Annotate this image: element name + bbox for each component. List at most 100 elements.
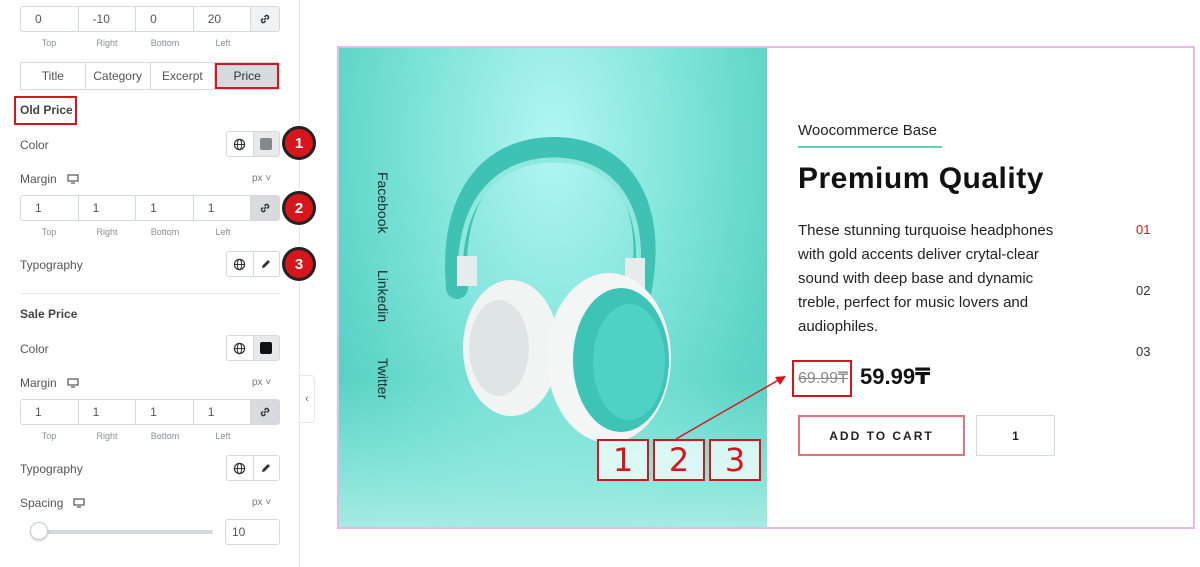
slide-pager-01[interactable]: 01 <box>1136 222 1150 237</box>
desktop-icon <box>73 498 85 508</box>
sale-price-color-swatch <box>260 342 273 354</box>
product-content: Woocommerce Base Premium Quality These s… <box>792 48 1178 527</box>
label-top: Top <box>41 431 57 441</box>
global-colors-button[interactable] <box>227 336 253 360</box>
product-slider-card: Facebook Linkedin Twitter Woocommerce Ba… <box>337 46 1195 529</box>
label-top: Top <box>41 38 57 48</box>
annotation-box-2: 2 <box>653 439 705 481</box>
label-left: Left <box>215 38 231 48</box>
sale-margin-right-input[interactable]: 1 <box>79 400 137 424</box>
tab-title[interactable]: Title <box>21 63 86 89</box>
label-top: Top <box>41 227 57 237</box>
old-price-margin-unit[interactable]: px ˅ <box>252 173 271 184</box>
link-icon <box>260 14 270 24</box>
tab-excerpt[interactable]: Excerpt <box>151 63 216 89</box>
spacing-unit[interactable]: px ˅ <box>252 497 271 508</box>
padding-dimensions: 0 -10 0 20 <box>20 6 280 32</box>
spacing-label: Spacing <box>20 496 85 510</box>
old-price-color-label: Color <box>20 138 49 152</box>
edit-typography-button[interactable] <box>252 456 279 480</box>
collapse-panel-button[interactable]: ‹ <box>300 375 315 423</box>
old-margin-top-input[interactable]: 1 <box>21 196 79 220</box>
padding-top-input[interactable]: 0 <box>21 7 79 31</box>
pencil-icon <box>262 464 271 472</box>
quantity-input[interactable]: 1 <box>976 415 1055 456</box>
color-picker-button[interactable] <box>252 132 279 156</box>
old-margin-left-input[interactable]: 1 <box>194 196 252 220</box>
label-right: Right <box>96 431 118 441</box>
social-link-facebook[interactable]: Facebook <box>375 172 391 233</box>
old-margin-labels: Top Right Bottom Left <box>20 227 252 237</box>
old-margin-bottom-input[interactable]: 1 <box>136 196 194 220</box>
callout-badge-2: 2 <box>282 191 316 225</box>
sale-price-typography-label: Typography <box>20 462 83 476</box>
label-bottom: Bottom <box>150 227 180 237</box>
social-link-twitter[interactable]: Twitter <box>375 358 391 399</box>
global-colors-button[interactable] <box>227 132 253 156</box>
sale-price-heading: Sale Price <box>20 307 78 321</box>
callout-badge-3: 3 <box>282 247 316 281</box>
link-icon <box>260 203 270 213</box>
old-price-margin-dimensions: 1 1 1 1 <box>20 195 280 221</box>
sale-margin-top-input[interactable]: 1 <box>21 400 79 424</box>
spacing-slider-track[interactable] <box>32 530 213 534</box>
padding-bottom-input[interactable]: 0 <box>136 7 194 31</box>
old-margin-right-input[interactable]: 1 <box>79 196 137 220</box>
label-right: Right <box>96 38 118 48</box>
desktop-icon <box>67 174 79 184</box>
sale-margin-link-button[interactable] <box>251 400 279 424</box>
padding-right-input[interactable]: -10 <box>79 7 137 31</box>
old-price: 69.99₸ <box>798 370 849 387</box>
old-price-color-control <box>226 131 280 157</box>
label-left: Left <box>215 227 231 237</box>
sale-price-margin-dimensions: 1 1 1 1 <box>20 399 280 425</box>
sale-price-typography-control <box>226 455 280 481</box>
old-price-margin-label: Margin <box>20 172 79 186</box>
padding-labels: Top Right Bottom Left <box>20 38 252 48</box>
annotation-box-1: 1 <box>597 439 649 481</box>
spacing-input[interactable]: 10 <box>225 519 280 545</box>
edit-typography-button[interactable] <box>252 252 279 276</box>
globe-icon <box>234 462 246 474</box>
spacing-slider-handle[interactable] <box>30 522 48 540</box>
desktop-icon <box>67 378 79 388</box>
old-price-typography-control <box>226 251 280 277</box>
padding-left-input[interactable]: 20 <box>194 7 252 31</box>
chevron-left-icon: ‹ <box>305 393 309 405</box>
globe-icon <box>234 258 246 270</box>
global-fonts-button[interactable] <box>227 456 253 480</box>
global-fonts-button[interactable] <box>227 252 253 276</box>
tab-category[interactable]: Category <box>86 63 151 89</box>
product-category[interactable]: Woocommerce Base <box>798 122 937 139</box>
link-icon <box>260 407 270 417</box>
label-right: Right <box>96 227 118 237</box>
old-price-color-swatch <box>260 138 273 150</box>
tab-price[interactable]: Price <box>215 63 279 89</box>
product-title[interactable]: Premium Quality <box>798 162 1044 196</box>
globe-icon <box>234 342 246 354</box>
color-picker-button[interactable] <box>252 336 279 360</box>
style-tabs: Title Category Excerpt Price <box>20 62 280 90</box>
sale-margin-left-input[interactable]: 1 <box>194 400 252 424</box>
sale-margin-labels: Top Right Bottom Left <box>20 431 252 441</box>
editor-panel: 0 -10 0 20 Top Right Bottom Left Title C… <box>0 0 316 567</box>
add-to-cart-button[interactable]: ADD TO CART <box>798 415 965 456</box>
sale-price-margin-unit[interactable]: px ˅ <box>252 377 271 388</box>
label-bottom: Bottom <box>150 431 180 441</box>
product-excerpt: These stunning turquoise headphones with… <box>798 222 1054 335</box>
pencil-icon <box>262 260 271 268</box>
sale-price-margin-label: Margin <box>20 376 79 390</box>
slide-pager-02[interactable]: 02 <box>1136 283 1150 298</box>
link-values-button[interactable] <box>251 7 279 31</box>
annotation-box-3: 3 <box>709 439 761 481</box>
sale-margin-bottom-input[interactable]: 1 <box>136 400 194 424</box>
globe-icon <box>234 138 246 150</box>
sale-price: 59.99₸ <box>860 364 931 389</box>
old-margin-link-button[interactable] <box>251 196 279 220</box>
slide-pager-03[interactable]: 03 <box>1136 344 1150 359</box>
label-bottom: Bottom <box>150 38 180 48</box>
section-divider <box>20 293 280 294</box>
sale-price-color-label: Color <box>20 342 49 356</box>
label-left: Left <box>215 431 231 441</box>
social-link-linkedin[interactable]: Linkedin <box>375 270 391 322</box>
